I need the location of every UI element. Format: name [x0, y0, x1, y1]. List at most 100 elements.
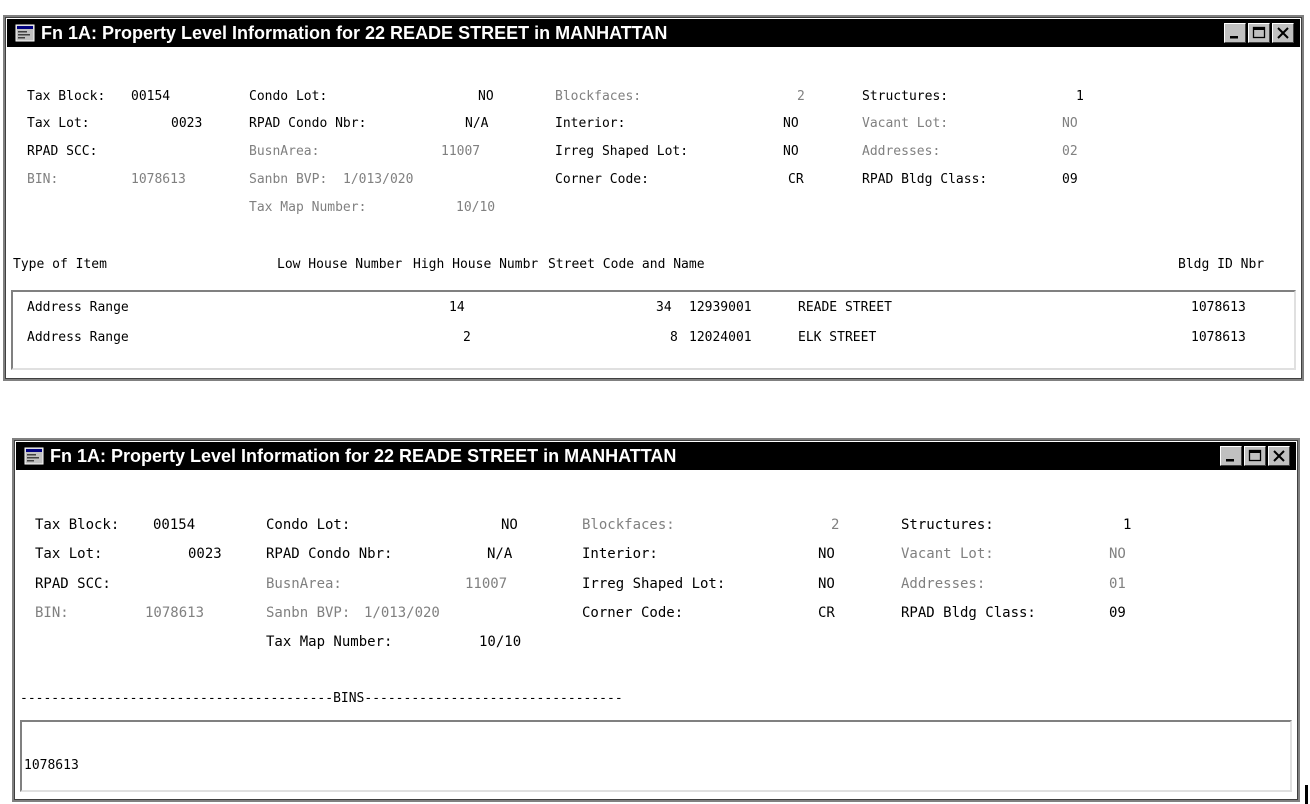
- header-type: Type of Item: [13, 257, 107, 272]
- interior-label: Interior:: [582, 546, 658, 562]
- tax-lot-label: Tax Lot:: [27, 116, 90, 131]
- irreg-value: NO: [818, 576, 835, 592]
- addresses-label: Addresses:: [901, 576, 986, 592]
- title-bar[interactable]: Fn 1A: Property Level Information for 22…: [7, 19, 1300, 47]
- sanbn-value: 1/013/020: [343, 172, 414, 187]
- bldg-class-label: RPAD Bldg Class:: [901, 605, 1036, 621]
- rpad-condo-value: N/A: [487, 546, 513, 562]
- vacant-value: NO: [1109, 546, 1126, 562]
- rpad-condo-value: N/A: [465, 116, 489, 131]
- bins-separator: ----------------------------------------…: [20, 691, 623, 706]
- row-type: Address Range: [27, 300, 129, 315]
- blockfaces-label: Blockfaces:: [582, 517, 675, 533]
- vacant-value: NO: [1062, 116, 1078, 131]
- condo-lot-label: Condo Lot:: [266, 517, 351, 533]
- taxmap-value: 10/10: [456, 200, 496, 215]
- row-bin: 1078613: [1191, 330, 1246, 345]
- sanbn-label: Sanbn BVP:: [266, 605, 351, 621]
- address-list[interactable]: Address Range 14 34 12939001 READE STREE…: [11, 290, 1296, 370]
- tax-lot-value: 0023: [171, 116, 203, 131]
- irreg-value: NO: [783, 144, 799, 159]
- rpad-condo-label: RPAD Condo Nbr:: [266, 546, 393, 562]
- taxmap-label: Tax Map Number:: [266, 634, 393, 650]
- close-icon[interactable]: [1268, 446, 1290, 466]
- interior-value: NO: [818, 546, 835, 562]
- busnarea-label: BusnArea:: [266, 576, 342, 592]
- row-low: 2: [463, 330, 471, 345]
- condo-lot-value: NO: [478, 89, 494, 104]
- corner-value: CR: [818, 605, 835, 621]
- bin-value: 1078613: [145, 605, 205, 621]
- maximize-icon[interactable]: [1248, 23, 1270, 43]
- rpad-scc-label: RPAD SCC:: [27, 144, 98, 159]
- sanbn-label: Sanbn BVP:: [249, 172, 328, 187]
- row-high: 34: [656, 300, 672, 315]
- condo-lot-value: NO: [501, 517, 518, 533]
- text-cursor: [1305, 785, 1308, 804]
- list-item[interactable]: 1078613: [24, 758, 79, 774]
- blockfaces-value: 2: [797, 89, 805, 104]
- rpad-scc-label: RPAD SCC:: [35, 576, 111, 592]
- bldg-class-label: RPAD Bldg Class:: [862, 172, 988, 187]
- minimize-icon[interactable]: [1224, 23, 1246, 43]
- addresses-value: 01: [1109, 576, 1126, 592]
- close-icon[interactable]: [1272, 23, 1294, 43]
- bin-label: BIN:: [35, 605, 69, 621]
- addresses-value: 02: [1062, 144, 1078, 159]
- tax-lot-value: 0023: [188, 546, 222, 562]
- structures-label: Structures:: [901, 517, 994, 533]
- title-bar[interactable]: Fn 1A: Property Level Information for 22…: [16, 442, 1296, 470]
- row-code: 12024001: [689, 330, 752, 345]
- rpad-condo-label: RPAD Condo Nbr:: [249, 116, 367, 131]
- vacant-label: Vacant Lot:: [862, 116, 949, 131]
- corner-label: Corner Code:: [555, 172, 649, 187]
- corner-value: CR: [788, 172, 804, 187]
- tax-block-label: Tax Block:: [35, 517, 120, 533]
- structures-value: 1: [1123, 517, 1132, 533]
- vacant-label: Vacant Lot:: [901, 546, 994, 562]
- bldg-class-value: 09: [1062, 172, 1078, 187]
- header-high: High House Numbr: [413, 257, 539, 272]
- taxmap-value: 10/10: [479, 634, 522, 650]
- condo-lot-label: Condo Lot:: [249, 89, 328, 104]
- interior-label: Interior:: [555, 116, 626, 131]
- maximize-icon[interactable]: [1244, 446, 1266, 466]
- sanbn-value: 1/013/020: [364, 605, 440, 621]
- tax-block-value: 00154: [153, 517, 196, 533]
- window-title: Fn 1A: Property Level Information for 22…: [50, 446, 677, 466]
- blockfaces-value: 2: [831, 517, 840, 533]
- blockfaces-label: Blockfaces:: [555, 89, 642, 104]
- busnarea-value: 11007: [441, 144, 481, 159]
- tax-block-label: Tax Block:: [27, 89, 106, 104]
- interior-value: NO: [783, 116, 799, 131]
- corner-label: Corner Code:: [582, 605, 684, 621]
- addresses-label: Addresses:: [862, 144, 941, 159]
- busnarea-label: BusnArea:: [249, 144, 320, 159]
- taxmap-label: Tax Map Number:: [249, 200, 367, 215]
- window-title: Fn 1A: Property Level Information for 22…: [41, 23, 668, 43]
- tax-block-value: 00154: [131, 89, 171, 104]
- bins-list[interactable]: 1078613: [20, 720, 1292, 792]
- row-type: Address Range: [27, 330, 129, 345]
- row-high: 8: [670, 330, 678, 345]
- minimize-icon[interactable]: [1220, 446, 1242, 466]
- bin-value: 1078613: [131, 172, 186, 187]
- row-low: 14: [449, 300, 465, 315]
- structures-value: 1: [1076, 89, 1084, 104]
- header-bin: Bldg ID Nbr: [1178, 257, 1265, 272]
- row-bin: 1078613: [1191, 300, 1246, 315]
- row-code: 12939001: [689, 300, 752, 315]
- irreg-label: Irreg Shaped Lot:: [555, 144, 689, 159]
- header-street: Street Code and Name: [548, 257, 705, 272]
- structures-label: Structures:: [862, 89, 949, 104]
- header-low: Low House Number: [277, 257, 403, 272]
- bldg-class-value: 09: [1109, 605, 1126, 621]
- bin-label: BIN:: [27, 172, 59, 187]
- app-window-icon: [24, 447, 44, 465]
- row-street: READE STREET: [798, 300, 892, 315]
- property-info-window-1: Fn 1A: Property Level Information for 22…: [3, 15, 1304, 381]
- property-info-window-2: Fn 1A: Property Level Information for 22…: [12, 438, 1300, 802]
- busnarea-value: 11007: [465, 576, 508, 592]
- irreg-label: Irreg Shaped Lot:: [582, 576, 726, 592]
- app-window-icon: [15, 24, 35, 42]
